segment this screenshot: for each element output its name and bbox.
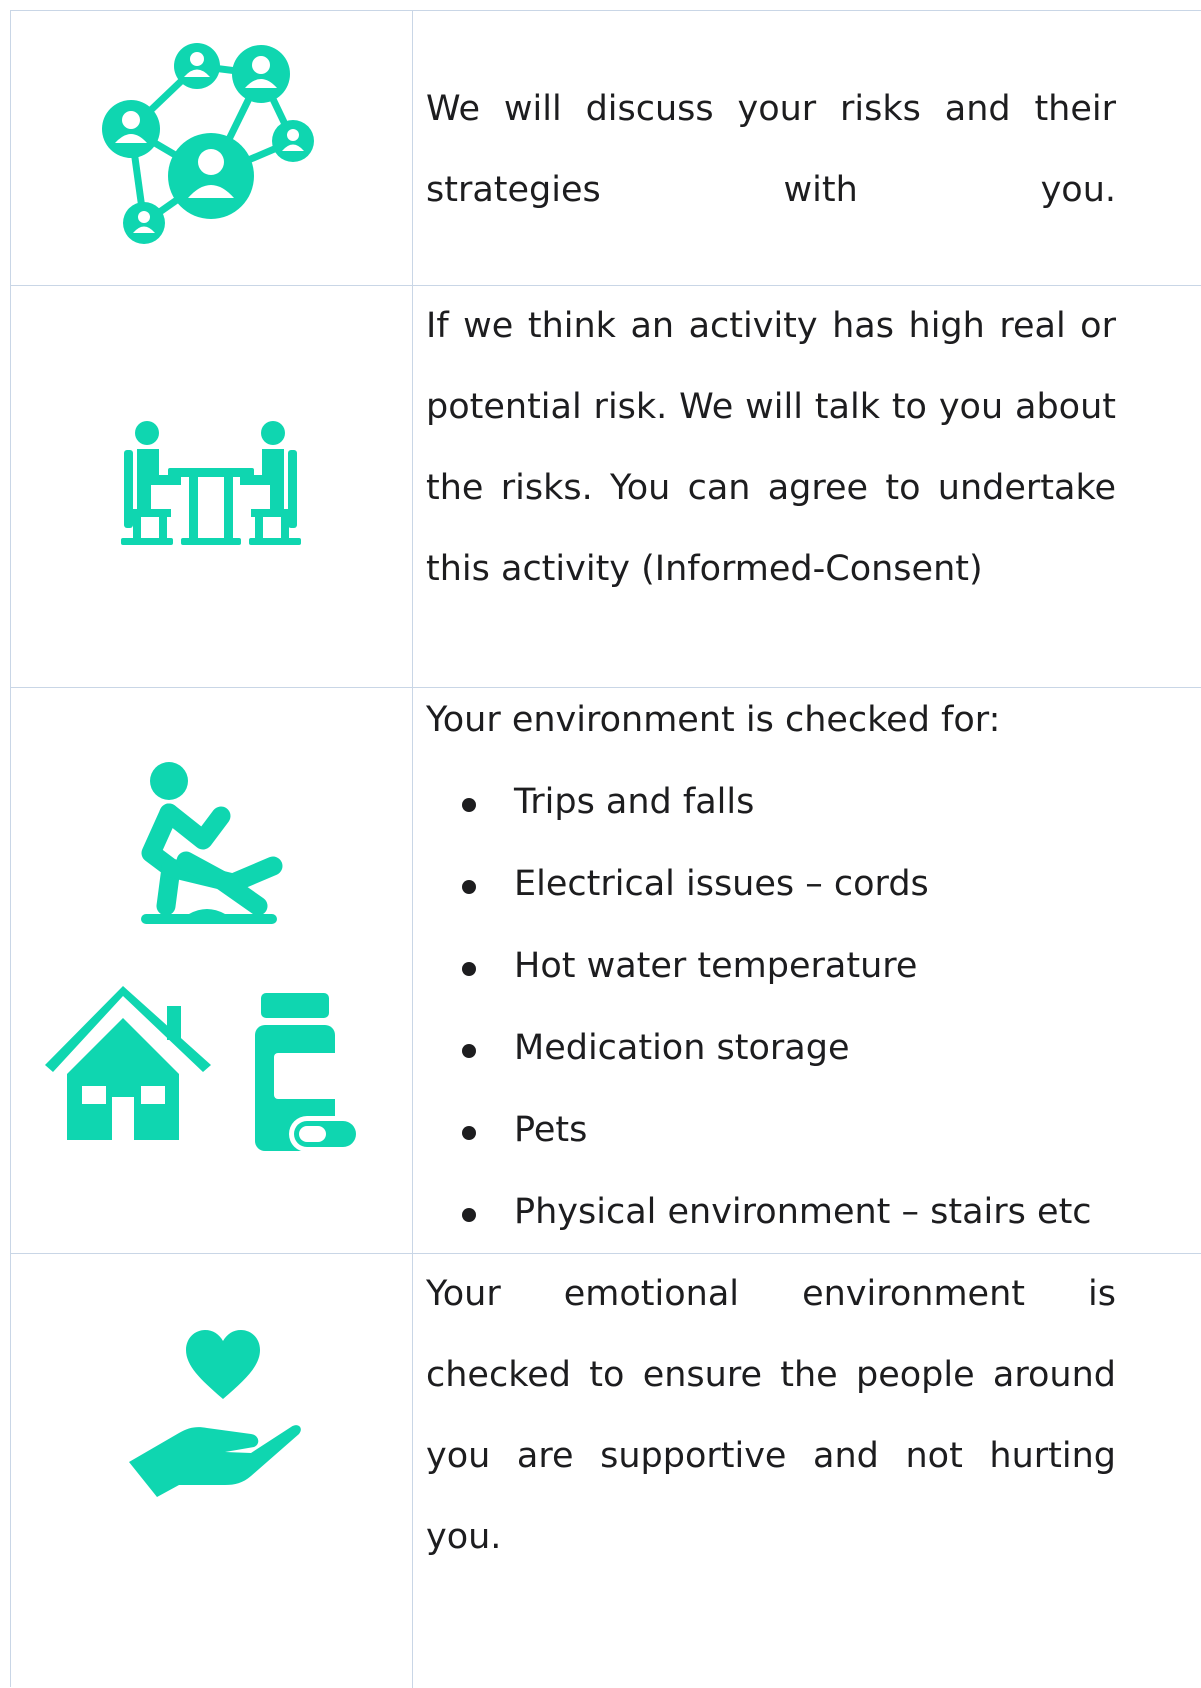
table-row: Your emotional environment is checked to…	[11, 1254, 1201, 1688]
bullet-icon	[462, 880, 476, 894]
risk-info-table: We will discuss your risks and their str…	[10, 10, 1201, 1688]
list-item: Pets	[426, 1089, 1116, 1171]
medication-bottle-icon	[255, 993, 361, 1152]
list-item: Trips and falls	[426, 761, 1116, 843]
bullet-icon	[462, 1208, 476, 1222]
bullet-icon	[462, 1126, 476, 1140]
list-item: Hot water temperature	[426, 925, 1116, 1007]
row-text: If we think an activity has high real or…	[426, 286, 1116, 687]
row-text-content: If we think an activity has high real or…	[426, 306, 1116, 589]
table-row: If we think an activity has high real or…	[11, 286, 1201, 688]
list-item-text: Electrical issues – cords	[514, 864, 929, 904]
list-item-text: Trips and falls	[514, 782, 755, 822]
list-item-text: Hot water temperature	[514, 946, 918, 986]
heart-in-hand-icon	[129, 1330, 301, 1497]
list-item-text: Physical environment – stairs etc	[514, 1192, 1092, 1232]
bullet-icon	[462, 1044, 476, 1058]
icon-cell	[11, 688, 413, 1253]
table-row: Your environment is checked for: Trips a…	[11, 688, 1201, 1254]
bullet-icon	[462, 798, 476, 812]
people-network-icon	[102, 43, 314, 244]
meeting-table-icon	[121, 421, 301, 545]
icon-cell	[11, 286, 413, 687]
environment-cell: Your environment is checked for: Trips a…	[426, 679, 1116, 1244]
list-item: Physical environment – stairs etc	[426, 1171, 1116, 1253]
list-item-text: Pets	[514, 1110, 588, 1150]
list-item: Medication storage	[426, 1007, 1116, 1089]
list-item: Electrical issues – cords	[426, 843, 1116, 925]
table-row: We will discuss your risks and their str…	[11, 11, 1201, 286]
icon-cell	[11, 1254, 413, 1688]
row-text: Your emotional environment is checked to…	[426, 1254, 1116, 1688]
environment-intro: Your environment is checked for:	[426, 700, 1001, 740]
list-item-text: Medication storage	[514, 1028, 850, 1068]
bullet-icon	[462, 962, 476, 976]
row-text-line: Your emotional environment is checked to…	[426, 1274, 1116, 1557]
environment-checklist: Trips and falls Electrical issues – cord…	[426, 761, 1116, 1253]
icon-cell	[11, 11, 413, 285]
